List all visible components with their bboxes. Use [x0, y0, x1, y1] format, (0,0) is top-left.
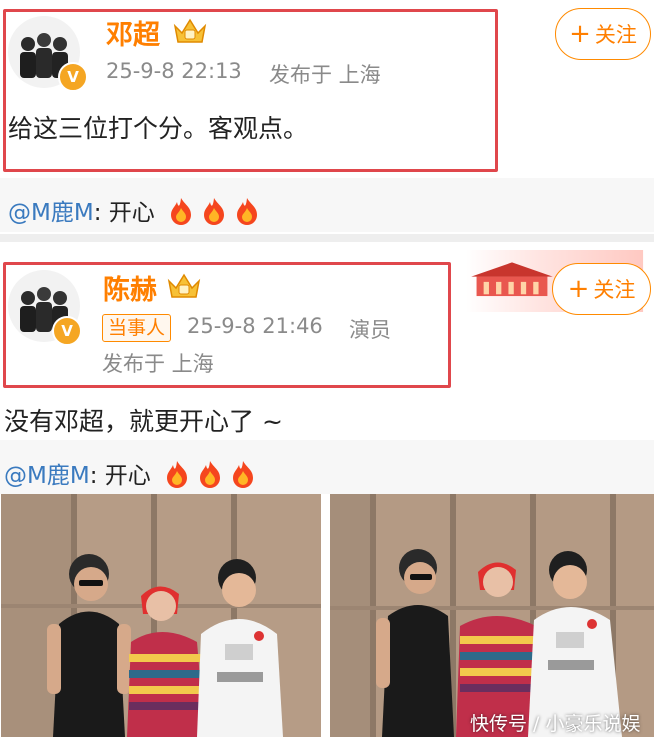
- post-text: 没有邓超，就更开心了 ~: [4, 407, 283, 436]
- fire-emoji-icon: [237, 198, 258, 225]
- watermark: 快传号 / 小豪乐说娱: [470, 713, 641, 735]
- fire-emoji-icon: [204, 198, 225, 225]
- reply-separator: :: [93, 200, 102, 226]
- highlight-box: [3, 9, 498, 172]
- section-divider: [0, 234, 654, 242]
- fire-emoji-icon: [167, 461, 188, 488]
- reply-item: @M鹿M: 开心: [4, 456, 257, 490]
- post-photo-1[interactable]: [1, 494, 321, 737]
- mention-link[interactable]: @M鹿M: [4, 463, 90, 489]
- plus-icon: +: [567, 274, 590, 304]
- mention-link[interactable]: @M鹿M: [8, 200, 94, 226]
- plus-icon: +: [569, 19, 591, 49]
- highlight-box: [3, 262, 451, 388]
- reply-separator: :: [89, 463, 98, 489]
- follow-button[interactable]: + 关注: [552, 263, 651, 315]
- reply-text: 开心: [108, 200, 155, 226]
- fire-emoji-icon: [233, 461, 254, 488]
- reply-item: @M鹿M: 开心: [8, 193, 261, 227]
- reply-text: 开心: [104, 463, 151, 489]
- post-photo-2[interactable]: [330, 494, 654, 737]
- fire-emoji-icon: [171, 198, 192, 225]
- follow-label: 关注: [594, 23, 637, 47]
- fire-emoji-icon: [200, 461, 221, 488]
- follow-button[interactable]: + 关注: [555, 8, 651, 60]
- follow-label: 关注: [593, 278, 636, 302]
